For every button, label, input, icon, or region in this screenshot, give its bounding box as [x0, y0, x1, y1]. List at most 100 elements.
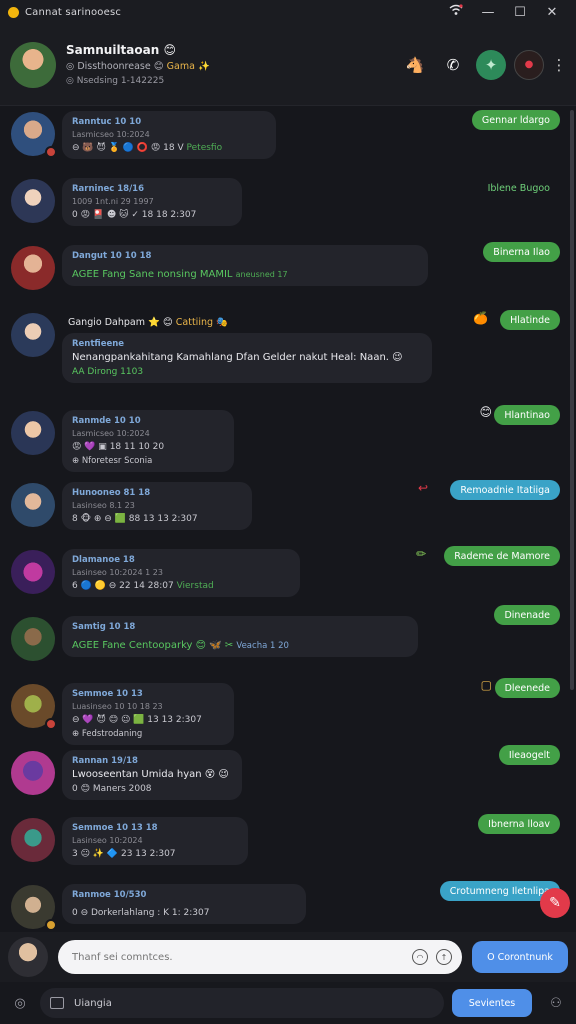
reply-pill[interactable]: Ibnerna lloav: [478, 814, 560, 834]
chat-app: Cannat sarinooesc — ☐ ✕ Samnuiltaoan 😊 ◎…: [0, 0, 576, 1024]
header-actions: 🐴 ✆ ✦ ● ⋮: [400, 49, 567, 80]
message-input[interactable]: [58, 940, 462, 974]
settings-icon[interactable]: ◎: [8, 991, 32, 1015]
message-bubble[interactable]: Rannan 19/18 Lwooseentan Umida hyan 😵 😉 …: [62, 750, 242, 800]
input-tools: ◠ ↑: [412, 949, 452, 965]
reply-pill[interactable]: Gennar ldargo: [471, 110, 560, 130]
minimize-button[interactable]: —: [472, 5, 504, 20]
phone-icon[interactable]: ✆: [438, 50, 468, 80]
contact-subtitle: ◎ Dissthoonrease 😊 Gama ✨: [66, 61, 210, 72]
message-text: Nenangpankahitang Kamahlang Dfan Gelder …: [72, 352, 403, 363]
self-avatar[interactable]: [8, 937, 48, 977]
reply-pill[interactable]: Ileaogelt: [498, 745, 560, 765]
avatar[interactable]: [11, 550, 55, 594]
avatar[interactable]: [11, 179, 55, 223]
secondary-send-button[interactable]: Sevientes: [452, 989, 532, 1017]
sender-name: Dangut 10 10 18: [72, 251, 152, 261]
message-row: Dangut 10 10 18 AGEE Fang Sane nonsing M…: [0, 240, 576, 307]
secondary-field[interactable]: Uiangia: [40, 988, 444, 1018]
reply-pill[interactable]: Binerna Ilao: [483, 242, 560, 262]
emoji-picker-icon[interactable]: ◠: [412, 949, 428, 965]
message-list[interactable]: Ranntuc 10 10 Lasmicseo 10:2024 ⊖ 🐻 😈 🏅 …: [0, 106, 576, 930]
message-text: Lwooseentan Umida hyan 😵 😉: [72, 769, 229, 780]
message-bubble[interactable]: Ranmde 10 10 Lasmicseo 10:2024 😡 💜 ▣ 18 …: [62, 410, 234, 472]
avatar[interactable]: [11, 313, 55, 357]
message-subtitle: Lasinseo 10:2024: [72, 836, 143, 845]
message-row: Samtig 10 18 AGEE Fane Centooparky 😊 🦋 ✂…: [0, 605, 576, 678]
message-meta: 0 😊 Maners 2008: [72, 784, 152, 794]
emoji-icon: 😊: [479, 405, 492, 419]
message-row: Semmoe 10 13 Luasinseo 10 10 18 23 ⊖ 💜 😈…: [0, 678, 576, 745]
message-bubble[interactable]: Rarninec 18/16 1009 1nt.ni 29 1997 0 😡 🎴…: [62, 178, 242, 226]
message-footnote: ⊕ Nforetesr Sconia: [72, 456, 153, 466]
reply-pill[interactable]: Rademe de Mamore: [444, 546, 560, 566]
avatar[interactable]: [11, 818, 55, 862]
reply-pill[interactable]: Remoadnie Itatiiga: [450, 480, 560, 500]
sender-name: Ranmde 10 10: [72, 416, 141, 426]
message-subtitle: 1009 1nt.ni 29 1997: [72, 197, 154, 206]
avatar[interactable]: [11, 246, 55, 290]
profile-icon[interactable]: ●: [514, 49, 544, 80]
avatar[interactable]: [11, 112, 57, 158]
reply-pill[interactable]: Dinenade: [494, 605, 560, 625]
more-icon[interactable]: ⋮: [552, 50, 567, 80]
message-title: Gangio Dahpam ⭐ 😊 Cattiing 🎭: [68, 317, 228, 328]
message-bubble[interactable]: Semmoe 10 13 18 Lasinseo 10:2024 3 😐 ✨ 🔷…: [62, 817, 248, 865]
online-badge-icon: [45, 919, 57, 930]
contact-avatar[interactable]: [10, 41, 56, 88]
avatar[interactable]: [11, 617, 55, 661]
sticker-icon[interactable]: ⚇: [544, 991, 568, 1015]
message-text: AGEE Fang Sane nonsing MAMIL aneusned 17: [72, 269, 288, 280]
sender-name: Rentfieene: [72, 339, 125, 349]
sender-name: Ranntuc 10 10: [72, 117, 142, 127]
message-bubble[interactable]: Rentfieene Nenangpankahitang Kamahlang D…: [62, 333, 432, 383]
message-bubble[interactable]: Hunooneo 81 18 Lasinseo 8.1 23 8 🐵 ⊕ ⊖ 🟩…: [62, 482, 252, 530]
app-logo-icon: [8, 6, 19, 18]
maximize-button[interactable]: ☐: [504, 5, 536, 20]
close-button[interactable]: ✕: [536, 5, 568, 20]
message-bubble[interactable]: Dlamanoe 18 Lasinseo 10:2024 1 23 6 🔵 🟡 …: [62, 549, 300, 597]
online-badge-icon: [45, 718, 57, 730]
message-meta: 3 😐 ✨ 🔷 23 13 2:307: [72, 849, 176, 859]
avatar[interactable]: [11, 885, 57, 930]
message-meta: 😡 💜 ▣ 18 11 10 20: [72, 442, 165, 452]
emoji-icon: 😊: [163, 43, 176, 57]
message-footnote: ⊕ Fedstrodaning: [72, 729, 143, 739]
message-meta: ⊖ 💜 😈 😊 😉 🟩 13 13 2:307: [72, 715, 202, 725]
avatar[interactable]: [11, 411, 55, 455]
reply-pill[interactable]: Hlatinde: [500, 310, 560, 330]
reply-pill[interactable]: Iblene Bugoo: [478, 178, 560, 198]
new-message-fab-icon[interactable]: ✎: [540, 888, 570, 918]
sender-name: Semmoe 10 13: [72, 689, 143, 699]
contact-info[interactable]: Samnuiltaoan 😊 ◎ Dissthoonrease 😊 Gama ✨…: [66, 43, 400, 86]
window-title: Cannat sarinooesc: [25, 6, 122, 18]
reply-pill[interactable]: Hlantinao: [494, 405, 560, 425]
message-row: Ranntuc 10 10 Lasmicseo 10:2024 ⊖ 🐻 😈 🏅 …: [0, 106, 576, 173]
message-bubble[interactable]: Samtig 10 18 AGEE Fane Centooparky 😊 🦋 ✂…: [62, 616, 418, 657]
message-row: Rarninec 18/16 1009 1nt.ni 29 1997 0 😡 🎴…: [0, 173, 576, 240]
pencil-icon: 🍊: [473, 311, 488, 325]
call-icon[interactable]: 🐴: [400, 50, 430, 80]
send-button[interactable]: O Corontnunk: [472, 941, 568, 973]
avatar[interactable]: [11, 684, 57, 730]
message-meta: 8 🐵 ⊕ ⊖ 🟩 88 13 13 2:307: [72, 514, 198, 524]
message-bubble[interactable]: Ranntuc 10 10 Lasmicseo 10:2024 ⊖ 🐻 😈 🏅 …: [62, 111, 276, 159]
message-text: AGEE Fane Centooparky 😊 🦋 ✂ Veacha 1 20: [72, 640, 289, 651]
avatar[interactable]: [11, 751, 55, 795]
message-row: Hunooneo 81 18 Lasinseo 8.1 23 8 🐵 ⊕ ⊖ 🟩…: [0, 477, 576, 544]
status-icon[interactable]: ✦: [476, 49, 506, 80]
avatar[interactable]: [11, 483, 55, 527]
message-bubble[interactable]: Ranmoe 10/530 0 ⊖ Dorkerlahlang : K 1: 2…: [62, 884, 306, 924]
attach-icon[interactable]: ↑: [436, 949, 452, 965]
message-row: Gangio Dahpam ⭐ 😊 Cattiing 🎭 Rentfieene …: [0, 307, 576, 405]
message-subtitle: Luasinseo 10 10 18 23: [72, 702, 163, 711]
sender-name: Rannan 19/18: [72, 756, 138, 766]
message-row: Ranmde 10 10 Lasmicseo 10:2024 😡 💜 ▣ 18 …: [0, 405, 576, 477]
message-bubble[interactable]: Semmoe 10 13 Luasinseo 10 10 18 23 ⊖ 💜 😈…: [62, 683, 234, 745]
message-bubble[interactable]: Dangut 10 10 18 AGEE Fang Sane nonsing M…: [62, 245, 428, 286]
pencil-icon: ✏: [415, 547, 426, 561]
scrollbar[interactable]: [570, 110, 574, 690]
online-badge-icon: [45, 146, 57, 158]
reply-pill[interactable]: Dleenede: [494, 678, 560, 698]
bottom-bar: ◎ Uiangia Sevientes ⚇: [0, 982, 576, 1024]
